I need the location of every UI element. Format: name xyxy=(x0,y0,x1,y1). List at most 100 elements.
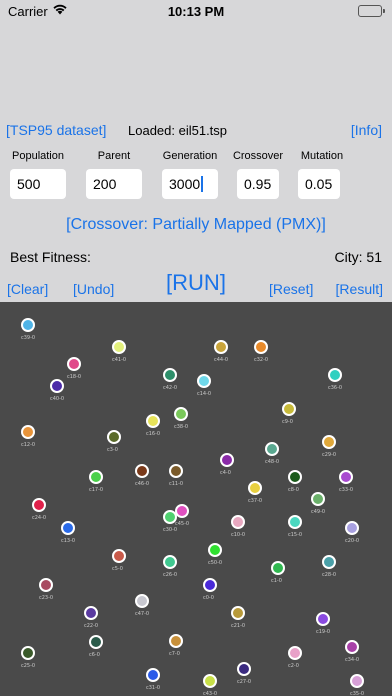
generation-input[interactable]: 3000 xyxy=(162,169,218,199)
city-marker[interactable] xyxy=(84,606,98,620)
battery-icon xyxy=(358,5,385,17)
city-marker[interactable] xyxy=(89,470,103,484)
city-label: c44-0 xyxy=(214,357,229,363)
parent-input[interactable]: 200 xyxy=(86,169,142,199)
info-link[interactable]: [Info] xyxy=(351,122,382,138)
city-marker[interactable] xyxy=(220,453,234,467)
city-marker[interactable] xyxy=(163,510,177,524)
city-marker[interactable] xyxy=(214,340,228,354)
city-label: c3-0 xyxy=(107,447,118,453)
city-marker[interactable] xyxy=(21,425,35,439)
result-button[interactable]: [Result] xyxy=(336,281,383,297)
crossover-input[interactable]: 0.95 xyxy=(237,169,279,199)
city-label: c33-0 xyxy=(339,487,354,493)
city-marker[interactable] xyxy=(107,430,121,444)
city-marker[interactable] xyxy=(208,543,222,557)
city-marker[interactable] xyxy=(322,555,336,569)
city-marker[interactable] xyxy=(316,612,330,626)
city-label: c35-0 xyxy=(350,691,365,696)
city-label: c13-0 xyxy=(61,538,76,544)
city-label: c18-0 xyxy=(67,374,82,380)
parent-label: Parent xyxy=(97,150,131,162)
city-marker[interactable] xyxy=(89,635,103,649)
reset-button[interactable]: [Reset] xyxy=(269,281,313,297)
city-label: c42-0 xyxy=(163,385,178,391)
tsp-map-canvas[interactable]: c39-0 c41-0 c44-0 c32-0 c18-0 c40-0 c42-0 c14-0… xyxy=(0,302,392,696)
city-count-label: City: 51 xyxy=(334,249,382,265)
city-marker[interactable] xyxy=(339,470,353,484)
city-marker[interactable] xyxy=(169,464,183,478)
city-marker[interactable] xyxy=(21,646,35,660)
city-marker[interactable] xyxy=(231,515,245,529)
city-marker[interactable] xyxy=(288,515,302,529)
city-marker[interactable] xyxy=(146,414,160,428)
city-label: c22-0 xyxy=(84,623,99,629)
city-marker[interactable] xyxy=(197,374,211,388)
city-marker[interactable] xyxy=(112,549,126,563)
city-marker[interactable] xyxy=(237,662,251,676)
city-marker[interactable] xyxy=(288,646,302,660)
city-label: c31-0 xyxy=(146,685,161,691)
city-marker[interactable] xyxy=(265,442,279,456)
city-marker[interactable] xyxy=(50,379,64,393)
city-label: c16-0 xyxy=(146,431,161,437)
city-marker[interactable] xyxy=(350,674,364,688)
city-label: c40-0 xyxy=(50,396,65,402)
city-label: c47-0 xyxy=(135,611,150,617)
city-marker[interactable] xyxy=(254,340,268,354)
city-marker[interactable] xyxy=(112,340,126,354)
city-marker[interactable] xyxy=(282,402,296,416)
city-marker[interactable] xyxy=(288,470,302,484)
city-marker[interactable] xyxy=(322,435,336,449)
city-label: c23-0 xyxy=(39,595,54,601)
city-marker[interactable] xyxy=(328,368,342,382)
city-marker[interactable] xyxy=(248,481,262,495)
city-marker[interactable] xyxy=(169,634,183,648)
city-label: c2-0 xyxy=(288,663,299,669)
city-marker[interactable] xyxy=(135,594,149,608)
city-marker[interactable] xyxy=(231,606,245,620)
city-label: c29-0 xyxy=(322,452,337,458)
best-fitness-label: Best Fitness: xyxy=(10,249,91,265)
city-marker[interactable] xyxy=(203,578,217,592)
city-label: c36-0 xyxy=(328,385,343,391)
city-label: c50-0 xyxy=(208,560,223,566)
city-label: c26-0 xyxy=(163,572,178,578)
city-marker[interactable] xyxy=(32,498,46,512)
city-marker[interactable] xyxy=(67,357,81,371)
city-marker[interactable] xyxy=(163,555,177,569)
city-marker[interactable] xyxy=(271,561,285,575)
city-label: c41-0 xyxy=(112,357,127,363)
city-label: c49-0 xyxy=(311,509,326,515)
city-label: c7-0 xyxy=(169,651,180,657)
city-marker[interactable] xyxy=(174,407,188,421)
city-label: c38-0 xyxy=(174,424,189,430)
city-label: c10-0 xyxy=(231,532,246,538)
population-input[interactable]: 500 xyxy=(10,169,66,199)
city-marker[interactable] xyxy=(135,464,149,478)
dataset-link[interactable]: [TSP95 dataset] xyxy=(6,122,106,138)
crossover-method-selector[interactable]: [Crossover: Partially Mapped (PMX)] xyxy=(0,216,392,234)
city-marker[interactable] xyxy=(311,492,325,506)
city-marker[interactable] xyxy=(61,521,75,535)
city-marker[interactable] xyxy=(163,368,177,382)
city-marker[interactable] xyxy=(345,640,359,654)
city-marker[interactable] xyxy=(21,318,35,332)
city-label: c45-0 xyxy=(175,521,190,527)
city-marker[interactable] xyxy=(345,521,359,535)
run-button[interactable]: [RUN] xyxy=(0,270,392,296)
city-marker[interactable] xyxy=(203,674,217,688)
city-label: c1-0 xyxy=(271,578,282,584)
city-label: c43-0 xyxy=(203,691,218,696)
city-label: c12-0 xyxy=(21,442,36,448)
mutation-input[interactable]: 0.05 xyxy=(298,169,340,199)
generation-label: Generation xyxy=(162,150,218,162)
city-marker[interactable] xyxy=(146,668,160,682)
city-label: c14-0 xyxy=(197,391,212,397)
city-label: c8-0 xyxy=(288,487,299,493)
city-marker[interactable] xyxy=(39,578,53,592)
city-label: c11-0 xyxy=(169,481,184,487)
city-marker[interactable] xyxy=(175,504,189,518)
city-label: c24-0 xyxy=(32,515,47,521)
city-label: c6-0 xyxy=(89,652,100,658)
